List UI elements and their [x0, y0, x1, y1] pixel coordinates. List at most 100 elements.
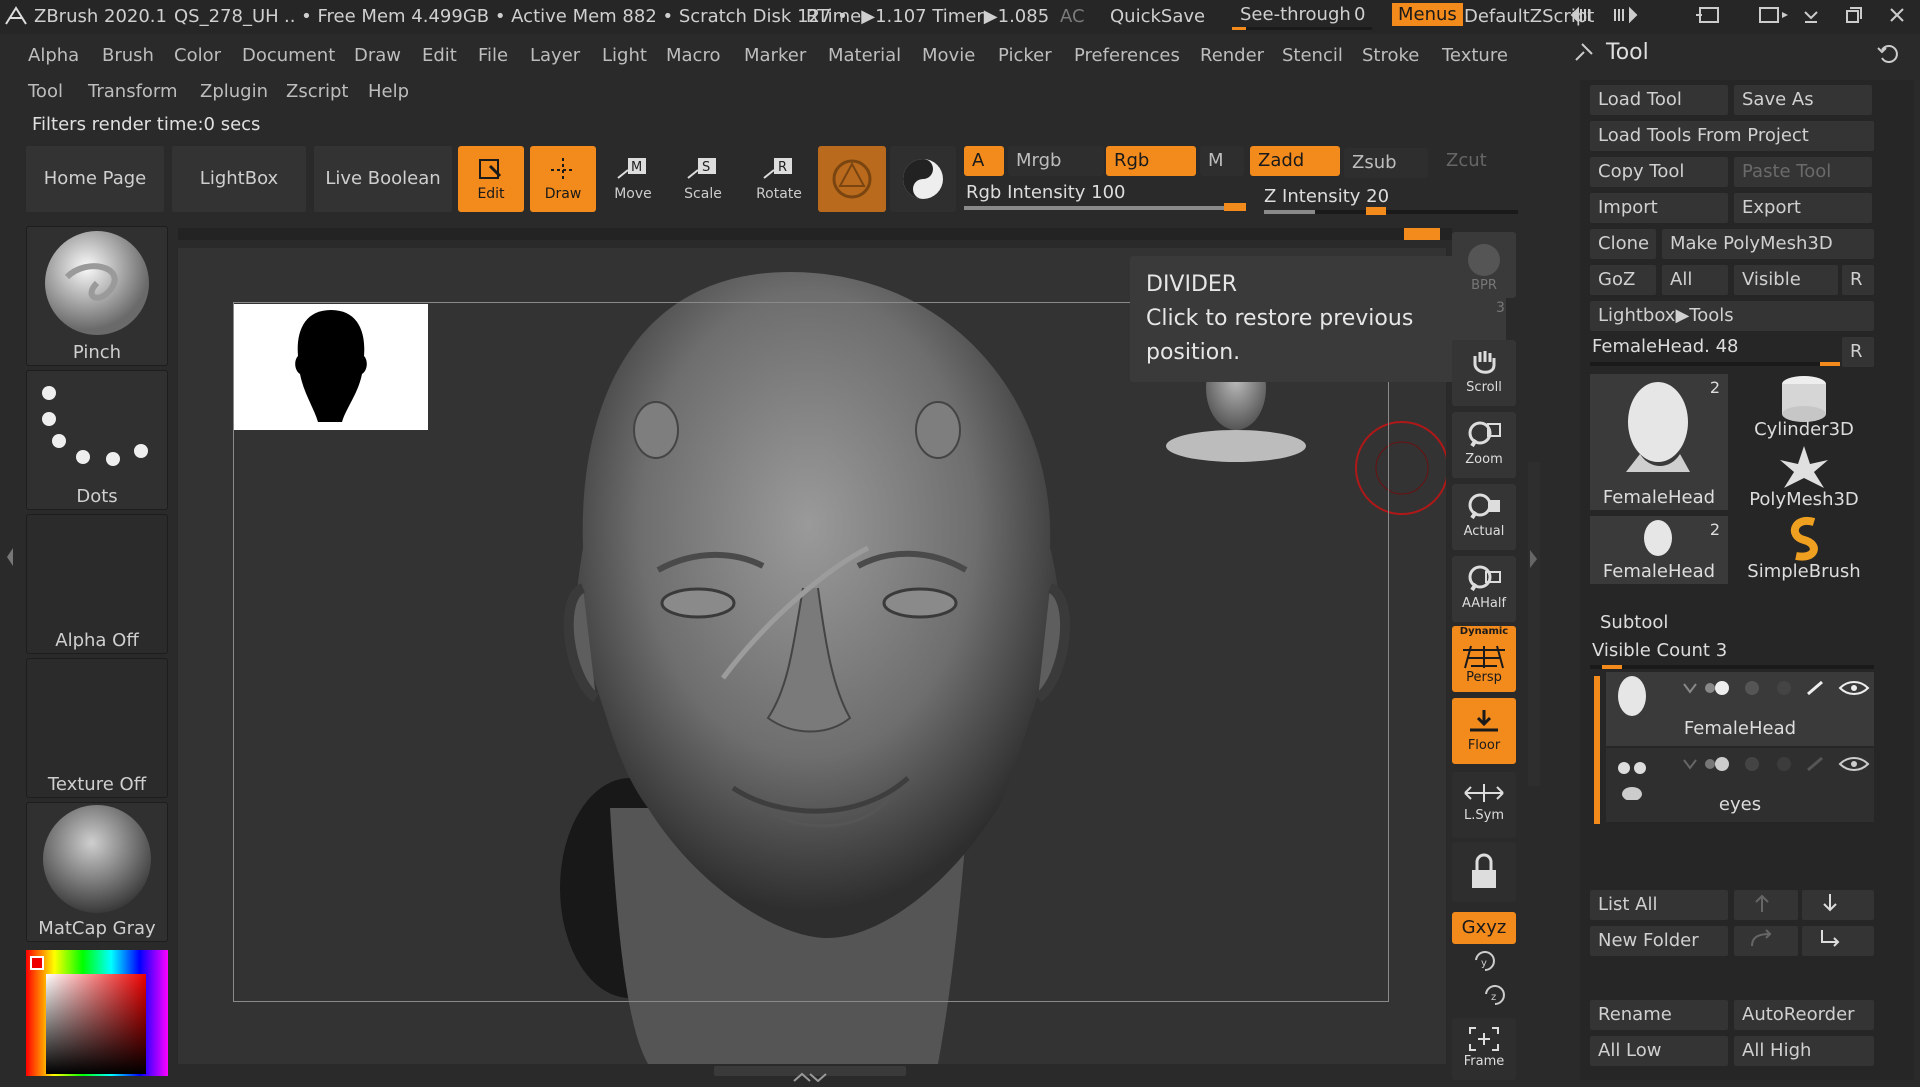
- home-page-button[interactable]: Home Page: [26, 146, 164, 212]
- subtool-title[interactable]: Subtool: [1600, 612, 1668, 633]
- current-tool-slider[interactable]: [1590, 362, 1840, 366]
- pin-icon[interactable]: [1572, 40, 1596, 69]
- xyz-rotate-button[interactable]: Gxyz: [1452, 912, 1516, 944]
- z-intensity-slider[interactable]: [1264, 207, 1518, 215]
- move-down-button[interactable]: [1802, 890, 1874, 920]
- goz-visible-button[interactable]: Visible: [1734, 265, 1838, 295]
- aahalf-button[interactable]: AAHalf: [1452, 556, 1516, 622]
- subtool-scrollbar[interactable]: [1594, 676, 1600, 824]
- edit-mode-button[interactable]: Edit: [458, 146, 524, 212]
- see-through-slider[interactable]: [1232, 27, 1372, 30]
- canvas-top-scrollbar[interactable]: [178, 228, 1452, 240]
- local-symmetry-button[interactable]: L.Sym: [1452, 772, 1516, 838]
- lightbox-tools-button[interactable]: Lightbox▶Tools: [1590, 301, 1874, 331]
- menu-material[interactable]: Material: [824, 43, 905, 68]
- menu-texture[interactable]: Texture: [1438, 43, 1512, 68]
- material-swatch-button[interactable]: [818, 146, 886, 212]
- menu-transform[interactable]: Transform: [84, 79, 182, 104]
- layout-icon[interactable]: [1694, 4, 1724, 31]
- menu-file[interactable]: File: [474, 43, 512, 68]
- menu-light[interactable]: Light: [598, 43, 651, 68]
- menu-stencil[interactable]: Stencil: [1278, 43, 1347, 68]
- persp-button[interactable]: Dynamic Persp: [1452, 626, 1516, 692]
- close-icon[interactable]: [1886, 4, 1908, 31]
- zoom-button[interactable]: Zoom: [1452, 412, 1516, 478]
- paste-tool-button[interactable]: Paste Tool: [1734, 157, 1872, 187]
- export-button[interactable]: Export: [1734, 193, 1872, 223]
- zcut-toggle[interactable]: Zcut: [1438, 146, 1508, 176]
- menu-draw[interactable]: Draw: [350, 43, 405, 68]
- right-divider-bar[interactable]: [1528, 462, 1540, 786]
- layout-alt-icon[interactable]: [1756, 4, 1792, 31]
- current-tool-r-button[interactable]: R: [1842, 337, 1874, 367]
- actual-button[interactable]: Actual: [1452, 484, 1516, 550]
- all-low-button[interactable]: All Low: [1590, 1036, 1728, 1066]
- tool-thumb-simplebrush[interactable]: SimpleBrush: [1734, 516, 1874, 584]
- tool-thumb-femalehead-2[interactable]: 2 FemaleHead: [1590, 516, 1728, 584]
- menu-stroke[interactable]: Stroke: [1358, 43, 1423, 68]
- menu-movie[interactable]: Movie: [918, 43, 979, 68]
- texture-selector[interactable]: Texture Off: [26, 658, 168, 798]
- rename-button[interactable]: Rename: [1590, 1000, 1728, 1030]
- menu-macro[interactable]: Macro: [662, 43, 724, 68]
- goz-r-button[interactable]: R: [1842, 265, 1874, 295]
- live-boolean-button[interactable]: Live Boolean: [314, 146, 452, 212]
- menu-alpha[interactable]: Alpha: [24, 43, 83, 68]
- autoreorder-button[interactable]: AutoReorder: [1734, 1000, 1874, 1030]
- subtool-row-eyes[interactable]: eyes: [1606, 748, 1874, 822]
- y-rotate-icon[interactable]: y: [1472, 950, 1498, 981]
- visible-count-slider[interactable]: [1590, 665, 1874, 669]
- draw-mode-button[interactable]: Draw: [530, 146, 596, 212]
- color-picker[interactable]: [26, 950, 168, 1076]
- divider-handle[interactable]: [1404, 228, 1440, 240]
- lightbox-button[interactable]: LightBox: [172, 146, 306, 212]
- menu-tool[interactable]: Tool: [24, 79, 67, 104]
- goz-all-button[interactable]: All: [1662, 265, 1728, 295]
- palette-left-icon[interactable]: [1568, 4, 1598, 31]
- rgb-intensity-handle[interactable]: [1224, 203, 1246, 211]
- load-tool-button[interactable]: Load Tool: [1590, 85, 1728, 115]
- menu-layer[interactable]: Layer: [526, 43, 584, 68]
- import-button[interactable]: Import: [1590, 193, 1728, 223]
- menu-zscript[interactable]: Zscript: [282, 79, 353, 104]
- z-rotate-icon[interactable]: z: [1482, 984, 1508, 1015]
- reset-icon[interactable]: [1876, 42, 1900, 71]
- save-as-button[interactable]: Save As: [1734, 85, 1872, 115]
- brush-selector[interactable]: Pinch: [26, 226, 168, 366]
- quicksave-button[interactable]: QuickSave: [1110, 6, 1205, 27]
- subtool-row-femalehead[interactable]: FemaleHead: [1606, 672, 1874, 746]
- menu-color[interactable]: Color: [170, 43, 225, 68]
- minimize-icon[interactable]: [1800, 4, 1822, 31]
- copy-tool-button[interactable]: Copy Tool: [1590, 157, 1728, 187]
- menu-marker[interactable]: Marker: [740, 43, 810, 68]
- menu-brush[interactable]: Brush: [98, 43, 158, 68]
- all-high-button[interactable]: All High: [1734, 1036, 1874, 1066]
- material-selector[interactable]: MatCap Gray: [26, 802, 168, 942]
- list-all-button[interactable]: List All: [1590, 890, 1728, 920]
- floor-button[interactable]: Floor: [1452, 698, 1516, 764]
- menu-document[interactable]: Document: [238, 43, 339, 68]
- move-out-folder-button[interactable]: [1802, 926, 1874, 956]
- subtool-icons[interactable]: [1680, 754, 1874, 779]
- make-polymesh3d-button[interactable]: Make PolyMesh3D: [1662, 229, 1874, 259]
- menu-help[interactable]: Help: [364, 79, 413, 104]
- move-mode-button[interactable]: M Move: [600, 146, 666, 212]
- alpha-selector[interactable]: Alpha Off: [26, 514, 168, 654]
- move-in-folder-button[interactable]: [1734, 926, 1798, 956]
- z-intensity-handle[interactable]: [1366, 207, 1386, 215]
- palette-right-icon[interactable]: [1610, 4, 1640, 31]
- main-color-swatch[interactable]: [30, 956, 44, 970]
- see-through-label[interactable]: See-through: [1240, 4, 1351, 25]
- menu-zplugin[interactable]: Zplugin: [196, 79, 272, 104]
- canvas-bottom-scrollbar[interactable]: [714, 1066, 906, 1083]
- goz-button[interactable]: GoZ: [1590, 265, 1656, 295]
- maximize-icon[interactable]: [1842, 4, 1864, 31]
- tool-thumb-cylinder3d[interactable]: Cylinder3D: [1734, 374, 1874, 442]
- menu-picker[interactable]: Picker: [994, 43, 1056, 68]
- tool-thumb-polymesh3d[interactable]: PolyMesh3D: [1734, 444, 1874, 512]
- rotate-mode-button[interactable]: R Rotate: [746, 146, 812, 212]
- bpr-button[interactable]: BPR: [1452, 232, 1516, 298]
- transp-lock-button[interactable]: [1452, 842, 1516, 902]
- stroke-selector[interactable]: Dots: [26, 370, 168, 510]
- scroll-button[interactable]: Scroll: [1452, 340, 1516, 406]
